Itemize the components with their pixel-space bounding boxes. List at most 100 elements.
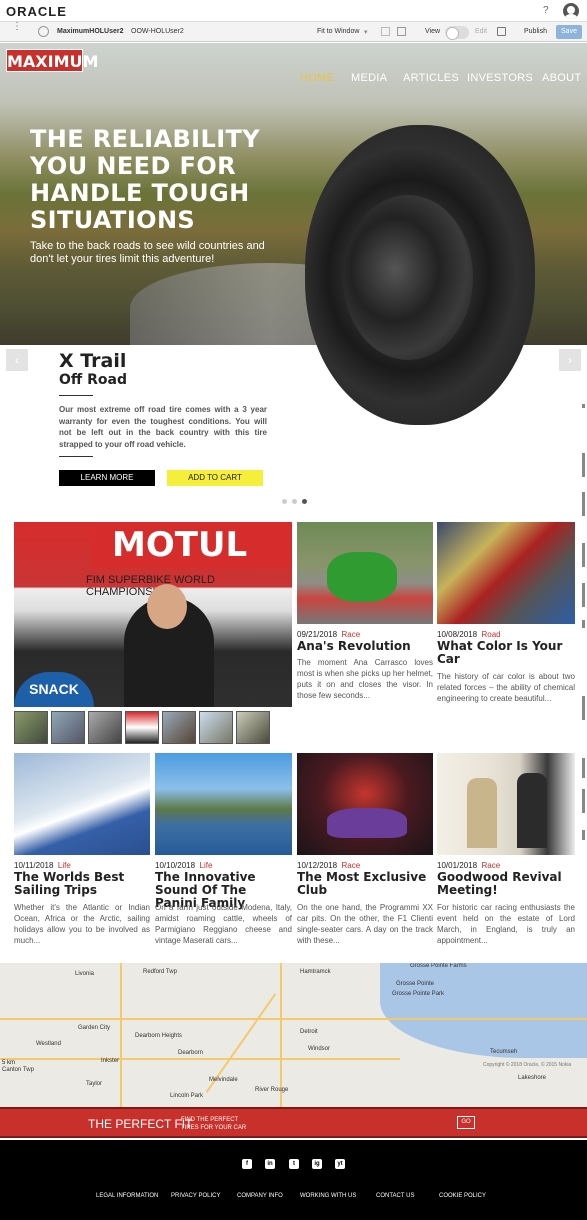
map-copyright: Copyright © 2018 Oracle, © 2015 Nokia (483, 1062, 572, 1068)
map-road (0, 1058, 400, 1060)
map-label: Inkster (101, 1058, 120, 1064)
article-title[interactable]: Goodwood Revival Meeting! (437, 871, 577, 897)
go-button[interactable]: GO (457, 1116, 475, 1129)
linkedin-icon[interactable]: in (265, 1159, 275, 1169)
slider-dot[interactable] (282, 499, 287, 504)
map-label: Detroit (300, 1029, 318, 1035)
article-category[interactable]: Life (58, 861, 71, 870)
gallery-thumbnail[interactable] (14, 711, 48, 744)
article-image[interactable] (14, 753, 150, 855)
featured-banner-subtext: FIM SUPERBIKE WORLD CHAMPIONSHIP (86, 574, 215, 598)
article-excerpt: On a farm just outside Modena, Italy, am… (155, 903, 292, 945)
site-name[interactable]: MaximumHOLUser2 (57, 28, 124, 35)
gallery-thumbnail[interactable] (162, 711, 196, 744)
scroll-marker (582, 583, 585, 607)
article-title[interactable]: What Color Is Your Car (437, 640, 577, 666)
edit-label: Edit (475, 28, 488, 35)
article-date: 10/01/2018 (437, 861, 478, 870)
nav-about[interactable]: ABOUT (542, 72, 581, 84)
article-image[interactable] (297, 522, 433, 624)
preview-icon[interactable] (497, 27, 506, 36)
zoom-select[interactable]: Fit to Window (317, 28, 359, 35)
page-name[interactable]: OOW-HOLUser2 (131, 28, 184, 35)
divider (59, 456, 93, 457)
help-icon[interactable]: ? (543, 5, 549, 16)
article-date: 09/21/2018 (297, 630, 338, 639)
footer-link-working[interactable]: WORKING WITH US (300, 1193, 356, 1199)
article-image[interactable] (155, 753, 292, 855)
gallery-thumbnail[interactable] (51, 711, 85, 744)
hero-title: THE RELIABILITY YOU NEED FOR HANDLE TOUG… (30, 125, 261, 234)
article-category[interactable]: Race (342, 861, 361, 870)
rider-face (147, 584, 187, 629)
article-meta: 10/11/2018 Life (14, 861, 71, 870)
nav-articles[interactable]: ARTICLES (403, 72, 459, 84)
slider-next-button[interactable]: › (559, 349, 581, 371)
article-title[interactable]: Ana's Revolution (297, 640, 433, 653)
footer-link-company[interactable]: COMPANY INFO (237, 1193, 283, 1199)
slider-dot[interactable] (292, 499, 297, 504)
article-category[interactable]: Race (342, 630, 361, 639)
map-label: Dearborn (178, 1050, 204, 1056)
slider-prev-button[interactable]: ‹ (6, 349, 28, 371)
sponsor-sign: SNACK DATA (14, 672, 94, 707)
gallery-thumbnail[interactable] (236, 711, 270, 744)
product-subtitle: Off Road (59, 372, 127, 388)
article-category[interactable]: Road (482, 630, 501, 639)
save-button[interactable]: Save (556, 25, 582, 39)
article-category[interactable]: Life (200, 861, 213, 870)
footer-link-legal[interactable]: LEGAL INFORMATION (96, 1193, 158, 1199)
more-options-icon[interactable]: ⋮ (12, 22, 22, 32)
gallery-thumbnail[interactable] (88, 711, 122, 744)
map-scale: 5 km (2, 1060, 16, 1066)
instagram-icon[interactable]: ig (312, 1159, 322, 1169)
footer-link-cookie[interactable]: COOKIE POLICY (439, 1193, 486, 1199)
map-label: Lincoln Park (170, 1093, 204, 1099)
site-logo[interactable]: MAXIMUM (6, 49, 98, 72)
product-name: X Trail (59, 350, 127, 372)
perfect-fit-subtitle: FIND THE PERFECT TIRES FOR YOUR CAR (181, 1117, 247, 1131)
location-map[interactable]: Livonia Redford Twp Hamtramck Grosse Poi… (0, 963, 587, 1107)
gallery-thumbnail[interactable] (125, 711, 159, 744)
scroll-marker (582, 404, 585, 408)
article-image[interactable] (437, 522, 575, 624)
footer-link-privacy[interactable]: PRIVACY POLICY (171, 1193, 220, 1199)
article-meta: 10/08/2018 Road (437, 630, 501, 639)
layout-icon[interactable] (397, 27, 406, 36)
gallery-thumbnail[interactable] (199, 711, 233, 744)
nav-home[interactable]: HOME (300, 72, 334, 84)
article-meta: 10/01/2018 Race (437, 861, 500, 870)
map-label: Garden City (78, 1025, 111, 1031)
article-image[interactable] (437, 753, 575, 855)
article-image[interactable] (297, 753, 433, 855)
article-excerpt: On the one hand, the Programmi XX car pi… (297, 903, 433, 945)
edit-toggle[interactable] (445, 26, 469, 40)
chevron-down-icon[interactable]: ▾ (364, 28, 368, 36)
scroll-marker (582, 758, 585, 778)
twitter-icon[interactable]: t (289, 1159, 299, 1169)
slider-dot-active[interactable] (302, 499, 307, 504)
article-meta: 10/12/2018 Race (297, 861, 360, 870)
article-title[interactable]: The Worlds Best Sailing Trips (14, 871, 150, 897)
footer-link-contact[interactable]: CONTACT US (376, 1193, 414, 1199)
map-label: Windsor (308, 1046, 331, 1052)
article-date: 10/10/2018 (155, 861, 196, 870)
article-meta: 09/21/2018 Race (297, 630, 360, 639)
featured-gallery-image[interactable]: MOTUL FIM SUPERBIKE WORLD CHAMPIONSHIP S… (14, 522, 292, 707)
nav-investors[interactable]: INVESTORS (467, 72, 533, 84)
article-excerpt: The moment Ana Carrasco loves most is wh… (297, 658, 433, 700)
view-label: View (425, 28, 441, 35)
map-road (120, 963, 122, 1107)
learn-more-button[interactable]: LEARN MORE (59, 470, 155, 486)
article-category[interactable]: Race (482, 861, 501, 870)
map-label: Grosse Pointe (396, 981, 435, 987)
nav-media[interactable]: MEDIA (351, 72, 387, 84)
editor-toolbar: ⋮ MaximumHOLUser2 OOW-HOLUser2 Fit to Wi… (0, 22, 587, 42)
publish-button[interactable]: Publish (524, 28, 547, 35)
user-avatar-icon[interactable] (563, 3, 579, 19)
article-title[interactable]: The Most Exclusive Club (297, 871, 433, 897)
youtube-icon[interactable]: yt (335, 1159, 345, 1169)
add-to-cart-button[interactable]: ADD TO CART (167, 470, 263, 486)
facebook-icon[interactable]: f (242, 1159, 252, 1169)
device-preview-icon[interactable] (381, 27, 390, 36)
